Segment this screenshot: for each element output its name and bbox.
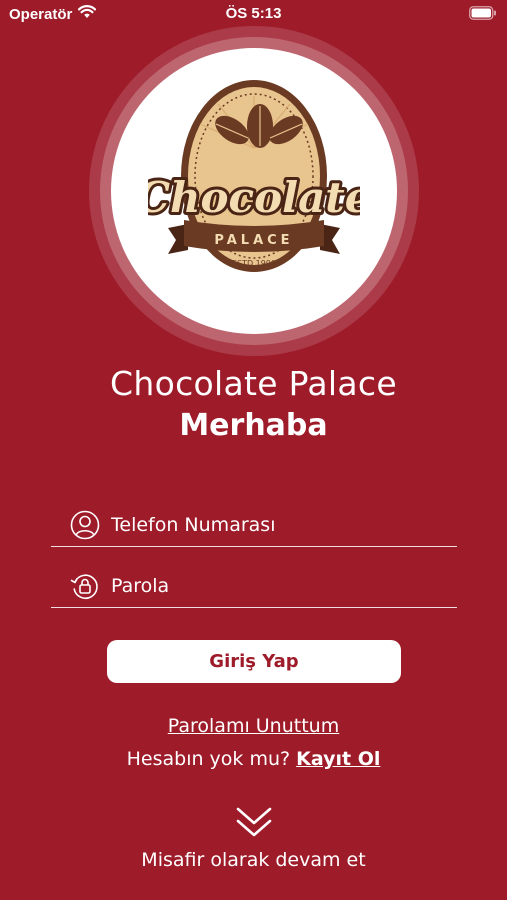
continue-as-guest-link[interactable]: Misafir olarak devam et — [0, 849, 507, 871]
chocolate-palace-logo: PALACE Chocolate ESTD 1999 — [134, 78, 374, 278]
status-bar: Operatör ÖS 5:13 — [0, 0, 507, 28]
app-name: Chocolate Palace — [110, 364, 397, 403]
logo-script-text: Chocolate — [148, 173, 360, 222]
login-button[interactable]: Giriş Yap — [107, 640, 401, 683]
greeting: Merhaba — [179, 408, 328, 443]
user-icon — [68, 508, 102, 542]
logo-estd-text: ESTD 1999 — [232, 259, 276, 268]
register-row: Hesabın yok mu? Kayıt Ol — [0, 748, 507, 770]
password-field[interactable] — [51, 564, 457, 608]
double-chevron-down-icon[interactable] — [236, 806, 272, 842]
lock-rotate-icon — [68, 569, 102, 603]
register-link[interactable]: Kayıt Ol — [296, 748, 380, 770]
no-account-text: Hesabın yok mu? — [126, 748, 297, 770]
status-time: ÖS 5:13 — [225, 5, 282, 22]
password-input[interactable] — [111, 574, 431, 597]
phone-field[interactable] — [51, 503, 457, 547]
forgot-password-link[interactable]: Parolamı Unuttum — [0, 715, 507, 737]
logo-banner-text: PALACE — [214, 233, 293, 248]
phone-input[interactable] — [111, 513, 431, 536]
battery-icon — [469, 6, 497, 24]
